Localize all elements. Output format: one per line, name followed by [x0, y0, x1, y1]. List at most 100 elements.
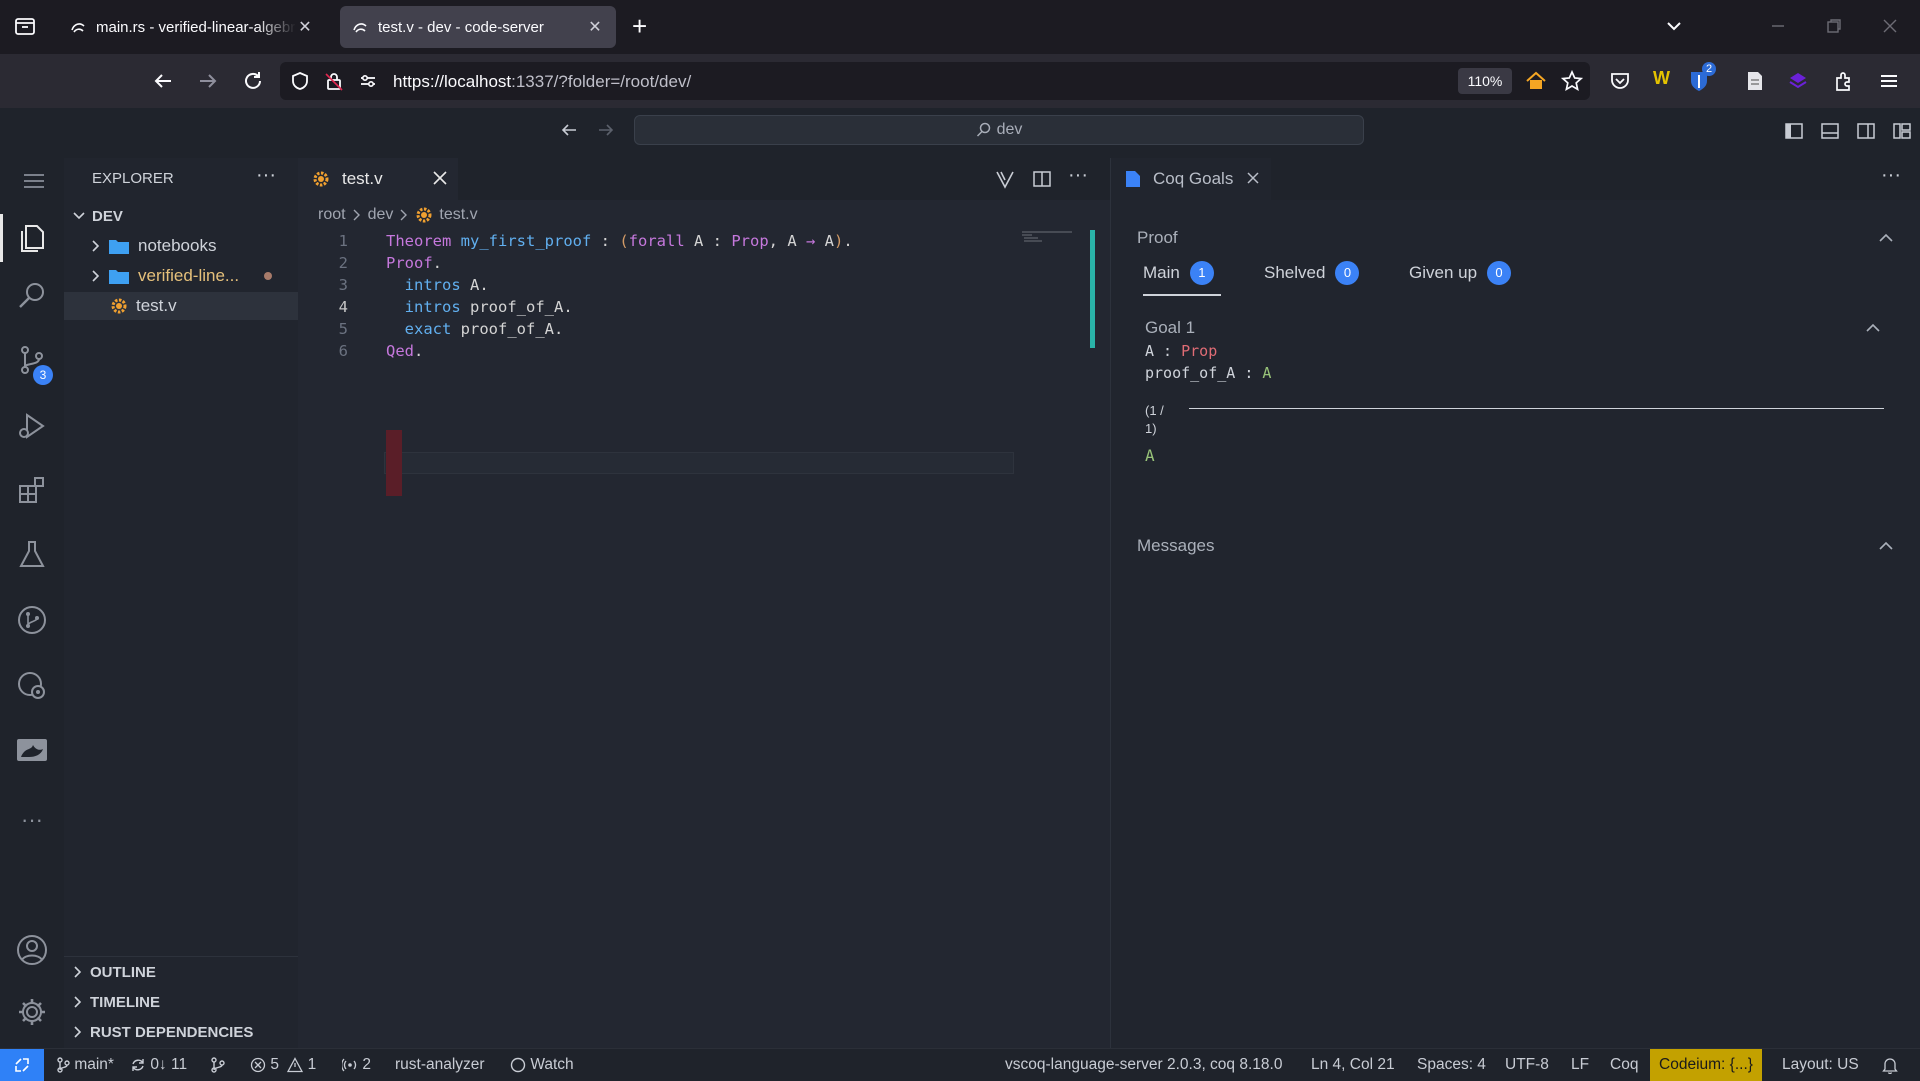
close-icon[interactable]: [432, 170, 448, 186]
zoom-level-button[interactable]: 110%: [1458, 68, 1512, 94]
rust-analyzer-status[interactable]: rust-analyzer: [395, 1049, 485, 1081]
problems-status[interactable]: 5 1: [250, 1049, 316, 1081]
breadcrumb-item[interactable]: test.v: [439, 206, 477, 224]
back-arrow-icon[interactable]: [152, 70, 174, 92]
branch-status[interactable]: main*: [56, 1049, 114, 1081]
outline-section[interactable]: OUTLINE: [64, 958, 298, 986]
application-menu-icon[interactable]: [24, 172, 44, 190]
tree-item-notebooks[interactable]: notebooks: [64, 232, 298, 260]
run-debug-icon[interactable]: [12, 406, 52, 446]
lock-icon[interactable]: [324, 71, 344, 91]
watch-status[interactable]: Watch: [510, 1049, 574, 1081]
more-actions-icon[interactable]: ···: [1881, 164, 1901, 187]
extensions-puzzle-icon[interactable]: [1833, 70, 1855, 92]
chevron-up-icon[interactable]: [1878, 540, 1894, 552]
tab-main[interactable]: Main 1: [1143, 258, 1214, 288]
home-icon[interactable]: [1525, 70, 1547, 92]
hypothesis-type: A: [1262, 364, 1272, 382]
language-server-status[interactable]: vscoq-language-server 2.0.3, coq 8.18.0: [1005, 1049, 1282, 1081]
customize-layout-icon[interactable]: [1892, 121, 1912, 141]
activity-bar: 3 ···: [0, 158, 64, 1048]
go-forward-icon[interactable]: [596, 120, 616, 140]
close-window-icon[interactable]: [1882, 18, 1898, 34]
coq-rooster-icon[interactable]: [12, 730, 52, 770]
timeline-section[interactable]: TIMELINE: [64, 988, 298, 1016]
close-tab-icon[interactable]: ✕: [586, 17, 604, 37]
chevron-up-icon[interactable]: [1878, 232, 1894, 244]
browser-tab-test-v[interactable]: test.v - dev - code-server ✕: [340, 6, 616, 48]
remote-explorer-icon[interactable]: [12, 666, 52, 706]
code-line[interactable]: 3 intros A.: [298, 274, 1078, 296]
list-all-tabs-icon[interactable]: [1664, 16, 1684, 36]
close-tab-icon[interactable]: ✕: [296, 17, 314, 37]
eol-status[interactable]: LF: [1571, 1049, 1589, 1081]
more-views-icon[interactable]: ···: [12, 800, 52, 840]
code-line[interactable]: 5 exact proof_of_A.: [298, 318, 1078, 340]
code-line[interactable]: 1 Theorem my_first_proof : (forall A : Pr…: [298, 230, 1078, 252]
breadcrumb-item[interactable]: dev: [368, 206, 394, 224]
rust-dependencies-section[interactable]: RUST DEPENDENCIES: [64, 1018, 298, 1046]
code-line[interactable]: 2 Proof.: [298, 252, 1078, 274]
ports-status[interactable]: 2: [342, 1049, 371, 1081]
browser-tab-main-rs[interactable]: main.rs - verified-linear-algebra ✕: [58, 6, 326, 48]
notifications-bell-icon[interactable]: [1882, 1049, 1898, 1081]
code-line[interactable]: 4 intros proof_of_A.: [298, 296, 1078, 318]
command-center-search[interactable]: dev: [634, 115, 1364, 145]
tab-shelved[interactable]: Shelved 0: [1264, 258, 1360, 288]
tree-item-test-v[interactable]: test.v: [64, 292, 298, 320]
split-editor-icon[interactable]: [1032, 169, 1052, 189]
more-actions-icon[interactable]: ···: [256, 164, 276, 187]
indentation-status[interactable]: Spaces: 4: [1417, 1049, 1486, 1081]
purple-extension-icon[interactable]: [1787, 70, 1809, 92]
w-extension-icon[interactable]: W: [1653, 68, 1670, 89]
url-bar[interactable]: https://localhost:1337/?folder=/root/dev…: [280, 62, 1590, 100]
manage-gear-icon[interactable]: [12, 992, 52, 1032]
breadcrumb-item[interactable]: root: [318, 206, 346, 224]
git-graph-icon[interactable]: [12, 600, 52, 640]
toggle-panel-icon[interactable]: [1820, 121, 1840, 141]
search-icon[interactable]: [12, 276, 52, 316]
code-text: intros A.: [386, 274, 489, 296]
forward-arrow-icon[interactable]: [197, 70, 219, 92]
restore-icon[interactable]: [1826, 18, 1842, 34]
pocket-icon[interactable]: [1609, 70, 1631, 92]
remote-indicator[interactable]: [0, 1049, 44, 1081]
keyboard-layout[interactable]: Layout: US: [1782, 1049, 1859, 1081]
minimize-icon[interactable]: [1770, 18, 1786, 34]
reload-icon[interactable]: [242, 70, 264, 92]
hamburger-menu-icon[interactable]: [1878, 70, 1900, 92]
more-actions-icon[interactable]: ···: [1068, 164, 1088, 187]
language-mode[interactable]: Coq: [1610, 1049, 1638, 1081]
chevron-up-icon[interactable]: [1865, 322, 1881, 334]
reader-icon[interactable]: [1744, 70, 1766, 92]
encoding-status[interactable]: UTF-8: [1505, 1049, 1549, 1081]
bookmark-star-icon[interactable]: [1561, 70, 1583, 92]
minimap[interactable]: [1022, 230, 1074, 244]
tree-item-verified-linear[interactable]: verified-line...: [64, 262, 298, 290]
editor-tab-test-v[interactable]: test.v: [298, 158, 458, 200]
coq-goals-tab[interactable]: Coq Goals: [1111, 158, 1271, 200]
go-back-icon[interactable]: [559, 120, 579, 140]
root-folder-header[interactable]: DEV: [64, 202, 298, 230]
permissions-icon[interactable]: [358, 71, 378, 91]
shield-icon[interactable]: [290, 71, 310, 91]
line-number: 4: [338, 298, 348, 316]
accounts-icon[interactable]: [12, 930, 52, 970]
toggle-secondary-sidebar-icon[interactable]: [1856, 121, 1876, 141]
new-tab-button[interactable]: +: [632, 13, 647, 39]
git-graph-status-icon[interactable]: [210, 1049, 226, 1081]
code-token: Prop: [731, 232, 769, 250]
toggle-primary-sidebar-icon[interactable]: [1784, 121, 1804, 141]
extensions-icon[interactable]: [12, 470, 52, 510]
tab-given-up[interactable]: Given up 0: [1409, 258, 1512, 288]
testing-flask-icon[interactable]: [12, 534, 52, 574]
explorer-icon[interactable]: [12, 218, 52, 258]
coq-step-icon[interactable]: [994, 168, 1016, 190]
tab-list-icon[interactable]: [14, 15, 36, 37]
sync-status[interactable]: 0↓ 11: [130, 1049, 187, 1081]
cursor-position[interactable]: Ln 4, Col 21: [1311, 1049, 1395, 1081]
code-line[interactable]: 6 Qed.: [298, 340, 1078, 362]
scrollbar-marker[interactable]: [1090, 230, 1095, 348]
close-icon[interactable]: [1246, 171, 1260, 185]
codeium-status[interactable]: Codeium: {...}: [1650, 1049, 1762, 1081]
